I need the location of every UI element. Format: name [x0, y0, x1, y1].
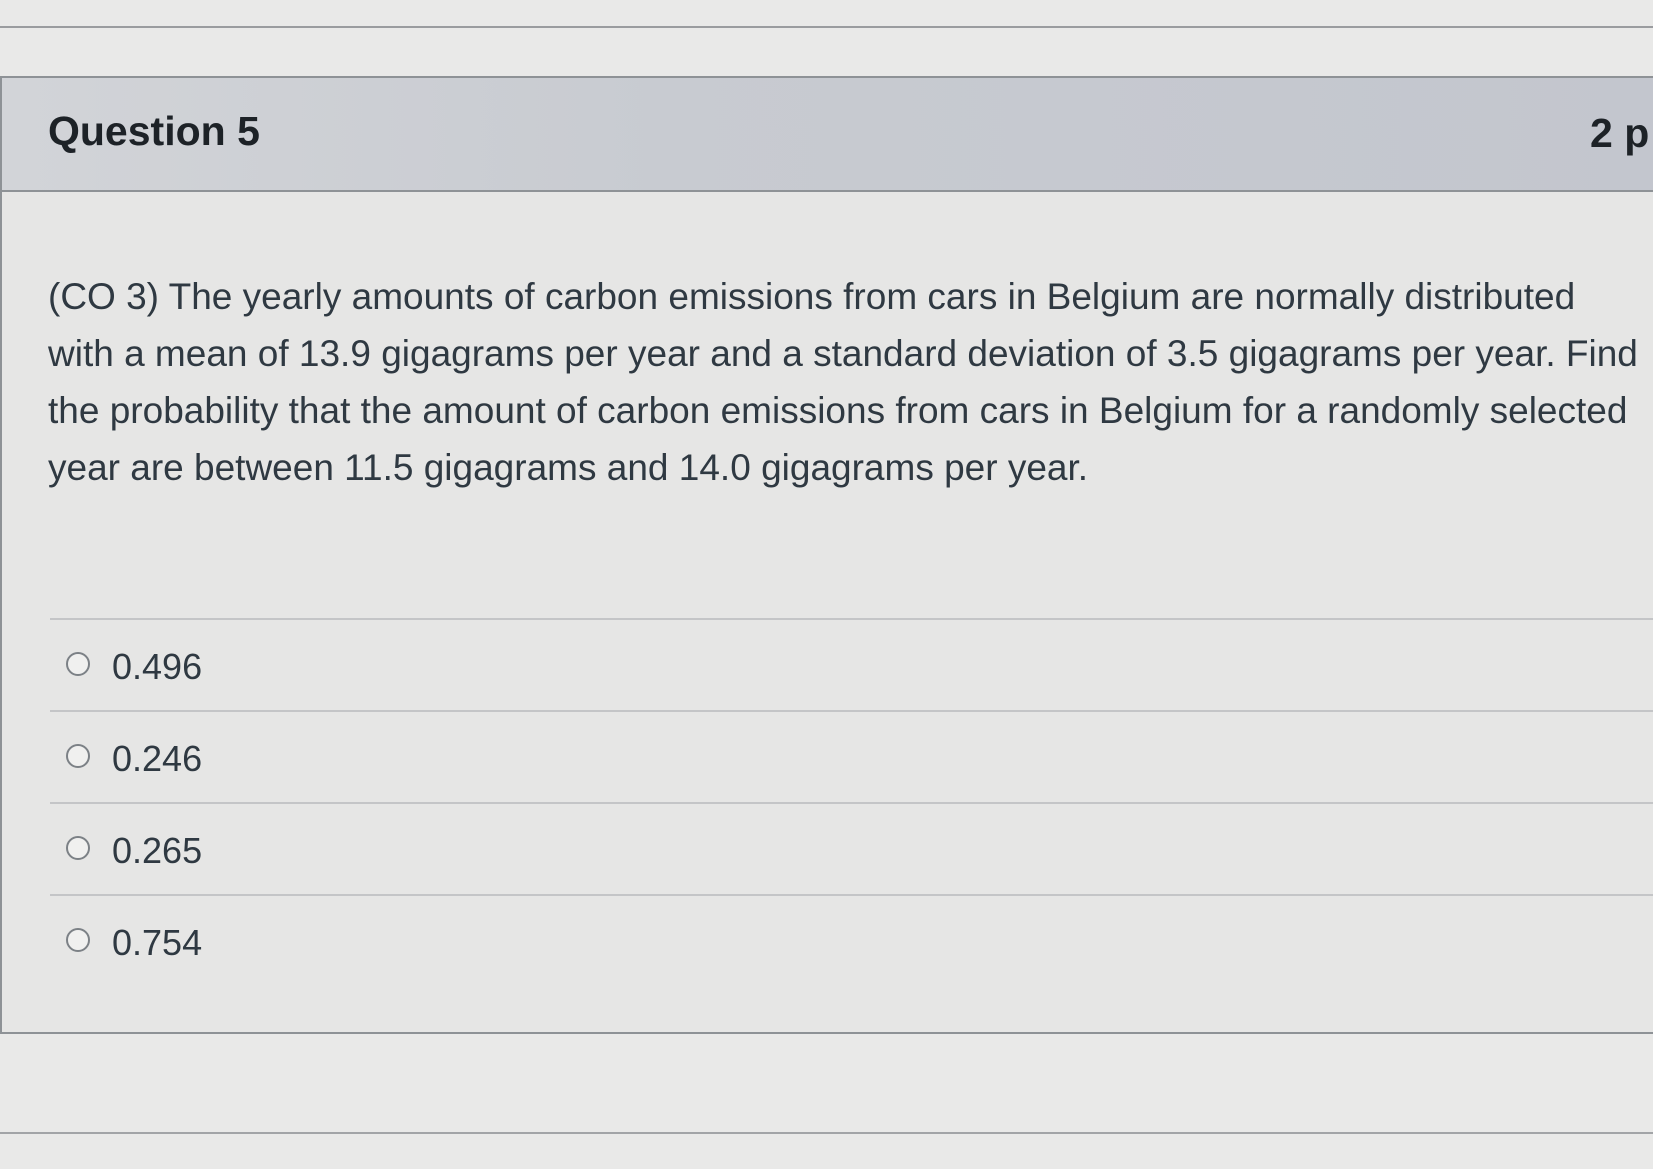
answer-list: 0.496 0.246 0.265 0.754: [50, 618, 1653, 986]
answer-option-4[interactable]: 0.754: [50, 894, 1653, 986]
answer-option-3[interactable]: 0.265: [50, 802, 1653, 894]
question-title: Question 5: [48, 108, 260, 154]
question-points: 2 p: [1590, 110, 1650, 156]
answer-option-2[interactable]: 0.246: [50, 710, 1653, 802]
answer-label[interactable]: 0.265: [112, 830, 202, 872]
question-card: Question 5 2 p (CO 3) The yearly amounts…: [0, 76, 1653, 1034]
answer-label[interactable]: 0.754: [112, 922, 202, 964]
answer-label[interactable]: 0.496: [112, 646, 202, 688]
radio-button[interactable]: [66, 928, 90, 952]
radio-button[interactable]: [66, 652, 90, 676]
question-text: (CO 3) The yearly amounts of carbon emis…: [48, 276, 1638, 488]
radio-button[interactable]: [66, 744, 90, 768]
radio-button[interactable]: [66, 836, 90, 860]
answer-label[interactable]: 0.246: [112, 738, 202, 780]
top-divider: [0, 26, 1653, 28]
question-header: Question 5 2 p: [2, 78, 1653, 192]
bottom-divider: [0, 1132, 1653, 1134]
answer-option-1[interactable]: 0.496: [50, 618, 1653, 710]
